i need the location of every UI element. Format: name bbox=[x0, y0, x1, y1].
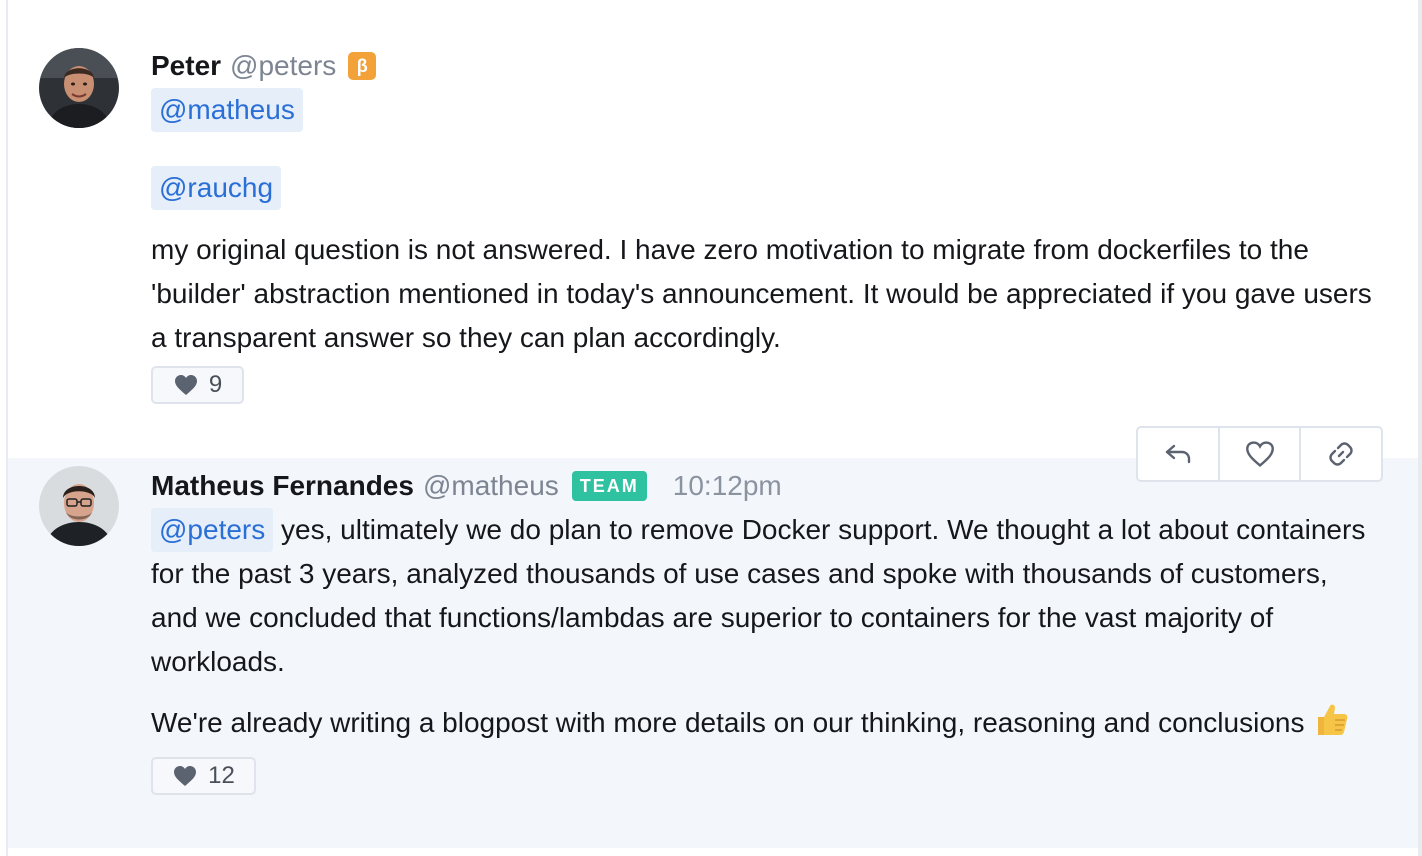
author-name[interactable]: Matheus Fernandes bbox=[151, 470, 414, 502]
beta-badge: β bbox=[348, 52, 377, 80]
paragraph-text: yes, ultimately we do plan to remove Doc… bbox=[151, 514, 1366, 677]
like-button[interactable] bbox=[1217, 428, 1300, 480]
message-paragraph: @peters yes, ultimately we do plan to re… bbox=[151, 508, 1378, 684]
like-reaction[interactable]: 12 bbox=[151, 757, 256, 795]
like-count: 12 bbox=[208, 762, 235, 789]
timestamp[interactable]: 10:12pm bbox=[673, 470, 782, 502]
message-peters: Peter @peters β @matheus @rauchg my orig… bbox=[8, 0, 1418, 458]
reply-button[interactable] bbox=[1138, 428, 1218, 480]
avatar[interactable] bbox=[39, 466, 119, 546]
heart-icon bbox=[1245, 441, 1274, 468]
mention-matheus[interactable]: @matheus bbox=[151, 88, 303, 132]
author-name[interactable]: Peter bbox=[151, 50, 221, 82]
avatar[interactable] bbox=[39, 48, 119, 128]
author-handle[interactable]: @peters bbox=[230, 50, 336, 82]
copy-link-button[interactable] bbox=[1299, 428, 1381, 480]
heart-icon bbox=[174, 766, 197, 786]
message-paragraph: We're already writing a blogpost with mo… bbox=[151, 700, 1378, 751]
like-reaction[interactable]: 9 bbox=[151, 366, 244, 404]
heart-icon bbox=[174, 375, 197, 395]
right-border bbox=[1418, 0, 1422, 856]
like-count: 9 bbox=[208, 371, 223, 398]
mention-rauchg[interactable]: @rauchg bbox=[151, 166, 282, 210]
author-handle[interactable]: @matheus bbox=[423, 470, 559, 502]
paragraph-text: We're already writing a blogpost with mo… bbox=[151, 707, 1305, 738]
link-icon bbox=[1329, 442, 1353, 466]
reply-icon bbox=[1165, 444, 1191, 464]
message-actions bbox=[1136, 426, 1383, 482]
message-separator bbox=[8, 848, 1418, 856]
team-badge: TEAM bbox=[571, 471, 647, 501]
message-matheus: Matheus Fernandes @matheus TEAM 10:12pm … bbox=[8, 458, 1418, 848]
thumbs-up-icon bbox=[1312, 700, 1350, 751]
mention-peters[interactable]: @peters bbox=[151, 508, 274, 552]
message-text: my original question is not answered. I … bbox=[151, 234, 1372, 353]
